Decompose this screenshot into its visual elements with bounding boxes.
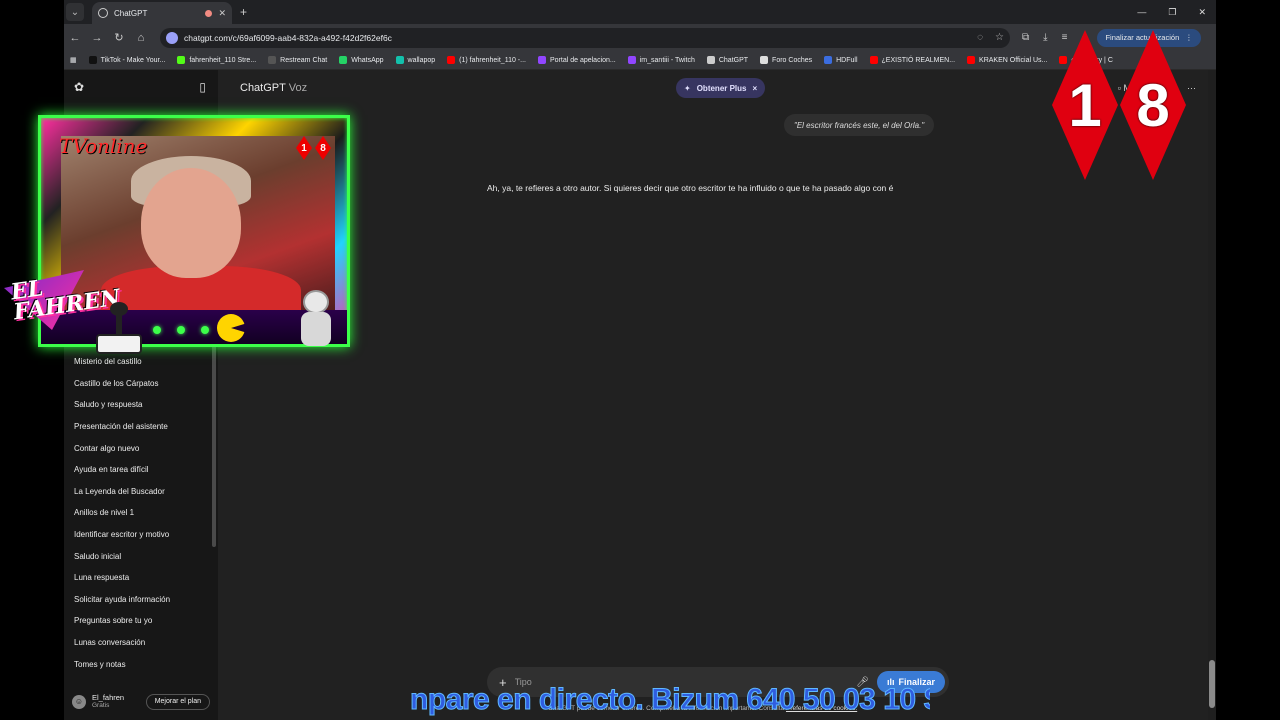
bookmark-favicon-icon <box>537 56 546 64</box>
page-scrollbar[interactable] <box>1208 70 1216 720</box>
url-field[interactable]: chatgpt.com/c/69af6099-aab4-832a-a492-f4… <box>160 27 1010 48</box>
menu-dots-icon: ⋮ <box>1185 33 1193 42</box>
close-icon[interactable]: × <box>753 84 758 93</box>
pac-dots <box>153 326 209 334</box>
conversation-item[interactable]: Castillo de los Cárpatos <box>64 373 214 395</box>
bookmark-item[interactable]: TikTok - Make Your... <box>88 56 165 64</box>
conversation-item[interactable]: Preguntas sobre tu yo <box>64 610 214 632</box>
bookmark-favicon-icon <box>967 56 976 64</box>
conversation-item[interactable]: Tomes y notas <box>64 653 214 675</box>
bookmark-favicon-icon <box>627 56 636 64</box>
more-options-icon[interactable]: ··· <box>1187 83 1196 93</box>
reload-icon[interactable]: ↻ <box>108 31 130 44</box>
bookmark-item[interactable]: im_santiii - Twitch <box>627 56 695 64</box>
bookmark-item[interactable]: fahrenheit_110 Stre... <box>177 56 256 64</box>
bookmark-favicon-icon <box>824 56 833 64</box>
bookmark-item[interactable]: Restream Chat <box>268 56 327 64</box>
model-selector[interactable]: ChatGPT Voz <box>240 82 307 94</box>
conversation-item[interactable]: Presentación del asistente <box>64 416 214 438</box>
downloads-icon[interactable]: ⤓ <box>1043 32 1047 43</box>
avatar: ☺ <box>72 694 86 709</box>
bookmark-star-icon[interactable]: ☆ <box>995 32 1004 43</box>
close-tab-icon[interactable]: ✕ <box>218 8 226 19</box>
age-rating-badge: 1 8 <box>1052 30 1186 180</box>
bookmark-favicon-icon <box>869 56 878 64</box>
tab-search-icon[interactable]: ⌄ <box>66 3 84 21</box>
bookmark-item[interactable]: Foro Coches <box>760 56 812 64</box>
bookmark-favicon-icon <box>268 56 277 64</box>
conversation-item[interactable]: Anillos de nivel 1 <box>64 502 214 524</box>
url-text: chatgpt.com/c/69af6099-aab4-832a-a492-f4… <box>184 32 392 43</box>
chatgpt-favicon-icon <box>98 8 108 18</box>
user-name: El_fahren <box>92 693 125 703</box>
bookmark-item[interactable]: HDFull <box>824 56 858 64</box>
user-plan: Gratis <box>92 702 110 710</box>
sparkle-icon: ✦ <box>684 83 691 93</box>
bookmark-item[interactable]: ChatGPT <box>706 56 748 64</box>
user-menu[interactable]: ☺ El_fahren Gratis Mejorar el plan <box>64 693 218 710</box>
bookmark-favicon-icon <box>447 56 456 64</box>
window-close-icon[interactable]: ✕ <box>1198 7 1206 18</box>
conversation-item[interactable]: Solicitar ayuda información <box>64 589 214 611</box>
assistant-message: Ah, ya, te refieres a otro autor. Si qui… <box>487 183 894 193</box>
openai-logo-icon[interactable]: ✿ <box>74 80 84 94</box>
user-message: "El escritor francés este, el del Orla." <box>784 114 935 136</box>
conversation-item[interactable]: Lunas conversación <box>64 632 214 654</box>
bookmark-item[interactable]: WhatsApp <box>339 56 384 64</box>
conversation-item[interactable]: La Leyenda del Buscador <box>64 481 214 503</box>
upgrade-plan-button[interactable]: Mejorar el plan <box>145 693 210 710</box>
tab-bar: ⌄ ChatGPT ✕ + — ❐ ✕ <box>64 0 1216 24</box>
bookmark-favicon-icon <box>339 56 348 64</box>
new-tab-icon[interactable]: + <box>240 5 247 19</box>
bookmark-item[interactable]: wallapop <box>395 56 435 64</box>
extensions-icon[interactable]: ⧉ <box>1022 32 1029 43</box>
conversation-item[interactable]: Ayuda en tarea difícil <box>64 459 214 481</box>
streamer-face <box>141 168 241 278</box>
tab-title: ChatGPT <box>114 8 148 18</box>
minimize-icon[interactable]: — <box>1137 7 1146 18</box>
apps-grid-icon[interactable]: ▦ <box>70 56 77 64</box>
conversation-item[interactable]: Identificar escritor y motivo <box>64 524 214 546</box>
window-controls: — ❐ ✕ <box>1137 7 1216 18</box>
rating-digit: 1 <box>296 136 312 160</box>
pacman-icon <box>217 314 245 342</box>
site-info-icon[interactable] <box>166 31 178 44</box>
joystick-icon <box>96 302 144 354</box>
conversation-item[interactable]: Saludo inicial <box>64 545 214 567</box>
rating-digit: 1 <box>1052 30 1118 180</box>
browser-tab[interactable]: ChatGPT ✕ <box>92 2 232 24</box>
bookmark-favicon-icon <box>760 56 769 64</box>
bookmark-favicon-icon <box>88 56 97 64</box>
sidebar-toggle-icon[interactable]: ▯ <box>199 80 206 94</box>
conversation-item[interactable]: Saludo y respuesta <box>64 394 214 416</box>
rating-digit: 8 <box>1120 30 1186 180</box>
conversation-list: Misterio del castillo Castillo de los Cá… <box>64 351 214 675</box>
bookmark-item[interactable]: (1) fahrenheit_110 -... <box>447 56 526 64</box>
cam-brand-logo: TVonline <box>59 134 148 158</box>
donation-ticker: npare en directo. Bizum 640 50 03 10 Si <box>410 683 930 717</box>
forward-icon[interactable]: → <box>86 32 108 44</box>
recording-icon <box>205 9 213 17</box>
bookmark-favicon-icon <box>177 56 186 64</box>
rating-digit: 8 <box>315 136 331 160</box>
bookmark-item[interactable]: ¿EXISTIÓ REALMEN... <box>869 56 955 64</box>
bookmark-item[interactable]: Portal de apelacion... <box>537 56 616 64</box>
home-icon[interactable]: ⌂ <box>130 32 152 44</box>
eye-off-icon[interactable]: ◌ <box>977 32 983 43</box>
page-scroll-thumb[interactable] <box>1209 660 1215 708</box>
back-icon[interactable]: ← <box>64 32 86 44</box>
astronaut-icon <box>296 290 336 352</box>
bookmarks-bar: ▦ TikTok - Make Your... fahrenheit_110 S… <box>64 51 1216 70</box>
address-bar: ← → ↻ ⌂ chatgpt.com/c/69af6099-aab4-832a… <box>64 24 1216 51</box>
cam-age-rating: 1 8 <box>296 136 331 160</box>
page-title: ChatGPT <box>240 82 286 94</box>
get-plus-button[interactable]: ✦ Obtener Plus × <box>676 78 766 98</box>
bookmark-item[interactable]: KRAKEN Official Us... <box>967 56 1047 64</box>
restore-icon[interactable]: ❐ <box>1168 7 1176 18</box>
bookmark-favicon-icon <box>706 56 715 64</box>
conversation-item[interactable]: Luna respuesta <box>64 567 214 589</box>
conversation-item[interactable]: Contar algo nuevo <box>64 437 214 459</box>
bookmark-favicon-icon <box>395 56 404 64</box>
mode-label: Voz <box>288 82 308 94</box>
